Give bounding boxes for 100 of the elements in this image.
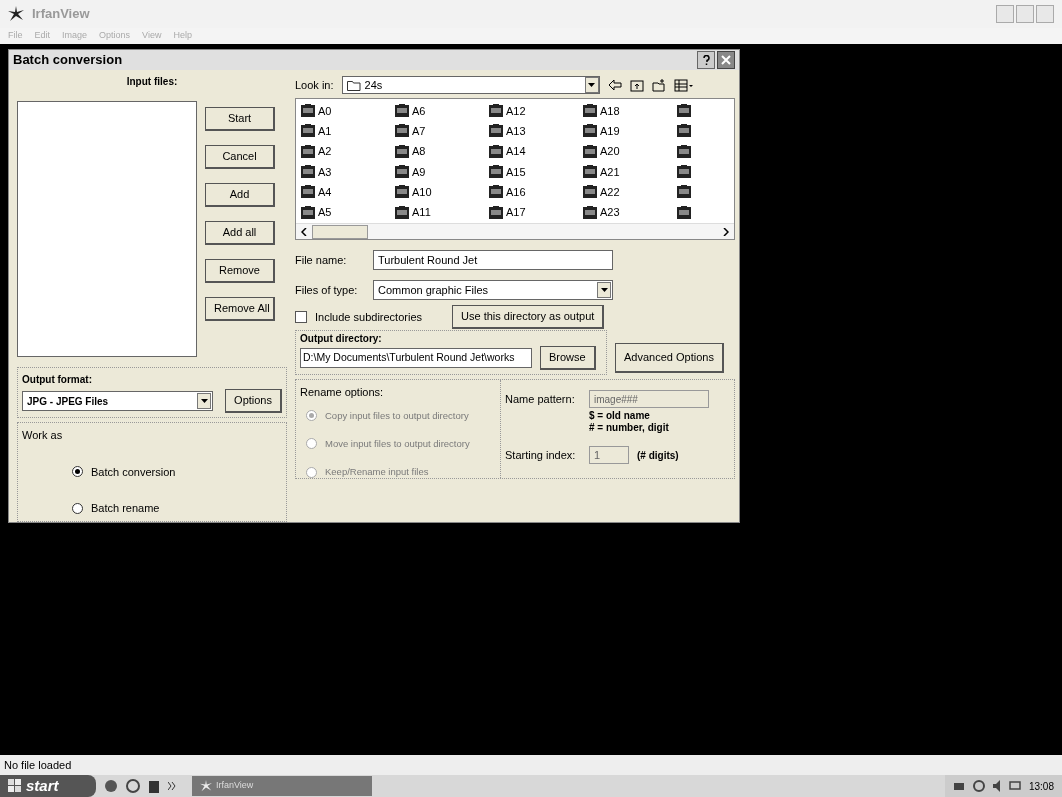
view-menu-icon[interactable] [673, 78, 694, 92]
thumbnail-entry[interactable]: A5 [300, 204, 344, 221]
speaker-icon[interactable] [992, 780, 1001, 792]
thumbnail-entry[interactable]: A7 [394, 123, 438, 140]
input-files-list[interactable] [17, 101, 197, 357]
file-icon [300, 205, 316, 220]
thumbnail-entry[interactable]: A20 [582, 143, 626, 160]
thumbnail-entry[interactable]: A11 [394, 204, 438, 221]
file-icon [676, 165, 692, 179]
help-button[interactable] [697, 51, 715, 69]
dropdown-button[interactable] [197, 393, 212, 409]
output-format-label: Output format: [22, 373, 93, 387]
radio-label: Batch rename [91, 501, 160, 516]
horizontal-scrollbar[interactable] [296, 223, 734, 239]
thumbnail-entry[interactable]: A9 [394, 164, 438, 180]
output-directory-label: Output directory: [300, 332, 383, 346]
thumbnail-entry[interactable]: A3 [300, 164, 344, 180]
output-format-select[interactable]: JPG - JPEG Files [22, 391, 214, 411]
caret-icon [200, 399, 208, 403]
file-icon [488, 104, 504, 118]
up-folder-icon[interactable] [629, 78, 644, 92]
clock: 13:08 [1028, 779, 1054, 794]
thumbnail-entry[interactable]: A16 [488, 184, 532, 201]
scroll-thumb[interactable] [312, 224, 368, 239]
thumbnail-entry[interactable]: A12 [488, 103, 532, 119]
advanced-options-button[interactable]: Advanced Options [615, 343, 724, 373]
input-files-label: Input files: [125, 75, 179, 89]
file-icon [582, 205, 598, 220]
thumbnail-entry[interactable]: A8 [394, 143, 438, 160]
folder-icon [346, 79, 361, 91]
thumbnail-entry[interactable]: A4 [300, 184, 344, 201]
thumbnail-entry[interactable]: A0 [300, 103, 344, 119]
app-icon [8, 6, 24, 22]
close-button[interactable] [717, 51, 735, 69]
file-list[interactable]: A0 A1 A2 A3 A4 A5 A6 A7 A8 A9 A10 A11 A12 A13 A14 A15 A16 A17 A18 A19 A20 A21 A22 A23 [295, 98, 735, 240]
thumbnail-entry[interactable]: A21 [582, 164, 626, 180]
files-of-type-select[interactable]: Common graphic Files [373, 280, 613, 300]
radio-label: Copy input files to output directory [325, 408, 469, 423]
thumbnail-entry[interactable]: A18 [582, 103, 626, 119]
file-icon [488, 165, 504, 179]
thumbnail-entry[interactable]: A6 [394, 103, 438, 119]
file-icon [394, 205, 410, 220]
thumbnail-entry[interactable]: A19 [582, 123, 626, 140]
thumbnail-entry[interactable]: A22 [582, 184, 626, 201]
dialog-button[interactable]: Cancel [205, 145, 275, 169]
thumbnail-entry[interactable]: A14 [488, 143, 532, 160]
options-button[interactable]: Options [225, 389, 282, 413]
radio-label: Batch conversion [91, 464, 176, 480]
thumbnail-entry[interactable]: A15 [488, 164, 532, 180]
dropdown-button[interactable] [584, 77, 599, 93]
dialog-button[interactable]: Start [205, 107, 275, 131]
file-icon [488, 205, 504, 220]
output-directory-field[interactable]: D:\My Documents\Turbulent Round Jet\works [300, 348, 532, 368]
dialog-button[interactable]: Add all [205, 221, 275, 245]
digits-note: (# digits) [637, 448, 679, 463]
radio-button[interactable] [72, 502, 83, 514]
radio-button[interactable] [72, 466, 83, 478]
file-icon [300, 185, 316, 200]
file-icon [582, 144, 598, 159]
start-button[interactable]: start [0, 775, 96, 797]
caret-icon [588, 83, 596, 87]
file-icon [582, 104, 598, 118]
new-folder-icon[interactable] [651, 78, 666, 92]
browse-button[interactable]: Browse [540, 346, 596, 370]
dropdown-button[interactable] [597, 282, 611, 298]
status-bar: No file loaded [0, 755, 1062, 775]
group-label: Rename options: [300, 385, 385, 400]
chevron-icon[interactable] [168, 782, 176, 790]
name-pattern-label: Name pattern: [505, 391, 576, 407]
file-icon [300, 165, 316, 179]
back-arrow-icon[interactable] [607, 79, 622, 91]
monitor-icon[interactable] [1008, 780, 1021, 792]
file-icon [488, 124, 504, 139]
file-icon [582, 124, 598, 139]
dialog-button[interactable]: Remove [205, 259, 275, 283]
file-icon [394, 144, 410, 159]
checkbox[interactable] [295, 311, 307, 323]
thumbnail-entry[interactable]: A17 [488, 204, 532, 221]
use-directory-button[interactable]: Use this directory as output [452, 305, 605, 329]
file-name-field[interactable]: Turbulent Round Jet [373, 250, 613, 270]
dialog-title: Batch conversion [13, 51, 123, 70]
file-icon [394, 124, 410, 139]
file-icon [676, 205, 692, 220]
thumbnail-entry[interactable]: A23 [582, 204, 626, 221]
thumbnail-entry[interactable]: A1 [300, 123, 344, 140]
thumbnail-entry[interactable]: A10 [394, 184, 438, 201]
file-icon [676, 124, 692, 139]
starting-index-field[interactable]: 1 [589, 446, 629, 464]
dialog-button[interactable]: Remove All [205, 297, 275, 321]
help-text: $ = old name [589, 410, 651, 422]
thumbnail-entry[interactable]: A13 [488, 123, 532, 140]
caret-icon [600, 288, 608, 292]
help-text: # = number, digit [589, 422, 670, 434]
file-icon [394, 104, 410, 118]
file-icon [488, 185, 504, 200]
name-pattern-field[interactable]: image### [589, 390, 709, 408]
thumbnail-entry[interactable]: A2 [300, 143, 344, 160]
dialog-button[interactable]: Add [205, 183, 275, 207]
files-of-type-label: Files of type: [295, 282, 359, 298]
look-in-select[interactable]: 24s [341, 76, 600, 94]
